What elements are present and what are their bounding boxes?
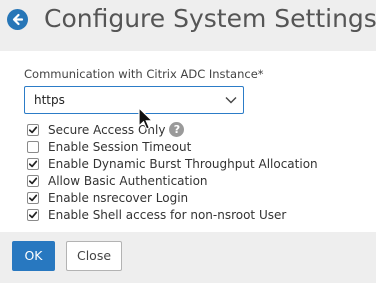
checkbox-label: Allow Basic Authentication	[48, 173, 208, 188]
checkmark-icon	[28, 194, 38, 201]
settings-panel: Communication with Citrix ADC Instance* …	[0, 51, 376, 232]
header: Configure System Settings	[0, 0, 376, 40]
mouse-cursor-icon	[138, 107, 154, 130]
checkbox-row: Enable Shell access for non-nsroot User	[27, 206, 318, 223]
checkmark-icon	[28, 211, 38, 218]
checkbox[interactable]	[27, 140, 39, 153]
checkbox-row: Secure Access Only?	[27, 121, 318, 138]
help-icon[interactable]: ?	[169, 122, 185, 137]
checkbox-row: Enable nsrecover Login	[27, 189, 318, 206]
communication-select[interactable]: https	[24, 86, 244, 114]
checkbox-label: Enable Session Timeout	[48, 139, 192, 154]
close-button[interactable]: Close	[66, 241, 122, 271]
checkbox-row: Enable Dynamic Burst Throughput Allocati…	[27, 155, 318, 172]
checkbox-label: Enable Shell access for non-nsroot User	[48, 207, 287, 222]
communication-label: Communication with Citrix ADC Instance*	[24, 67, 264, 81]
communication-select-value: https	[34, 93, 65, 107]
checkbox-row: Allow Basic Authentication	[27, 172, 318, 189]
page-title: Configure System Settings	[44, 4, 376, 33]
ok-button[interactable]: OK	[12, 241, 55, 271]
options-list: Secure Access Only? Enable Session Timeou…	[27, 121, 318, 223]
checkbox[interactable]	[27, 191, 39, 204]
checkbox-label: Enable nsrecover Login	[48, 190, 189, 205]
checkbox-label: Enable Dynamic Burst Throughput Allocati…	[48, 156, 318, 171]
checkmark-icon	[28, 160, 38, 167]
back-arrow-icon	[12, 13, 24, 26]
checkbox[interactable]	[27, 157, 39, 170]
configure-system-settings-dialog: Configure System Settings Communication …	[0, 0, 376, 283]
checkmark-icon	[28, 126, 38, 133]
chevron-down-icon	[225, 97, 237, 104]
checkbox[interactable]	[27, 174, 39, 187]
back-button[interactable]	[7, 9, 28, 30]
checkbox[interactable]	[27, 208, 39, 221]
checkbox[interactable]	[27, 123, 39, 136]
checkmark-icon	[28, 177, 38, 184]
checkbox-row: Enable Session Timeout	[27, 138, 318, 155]
